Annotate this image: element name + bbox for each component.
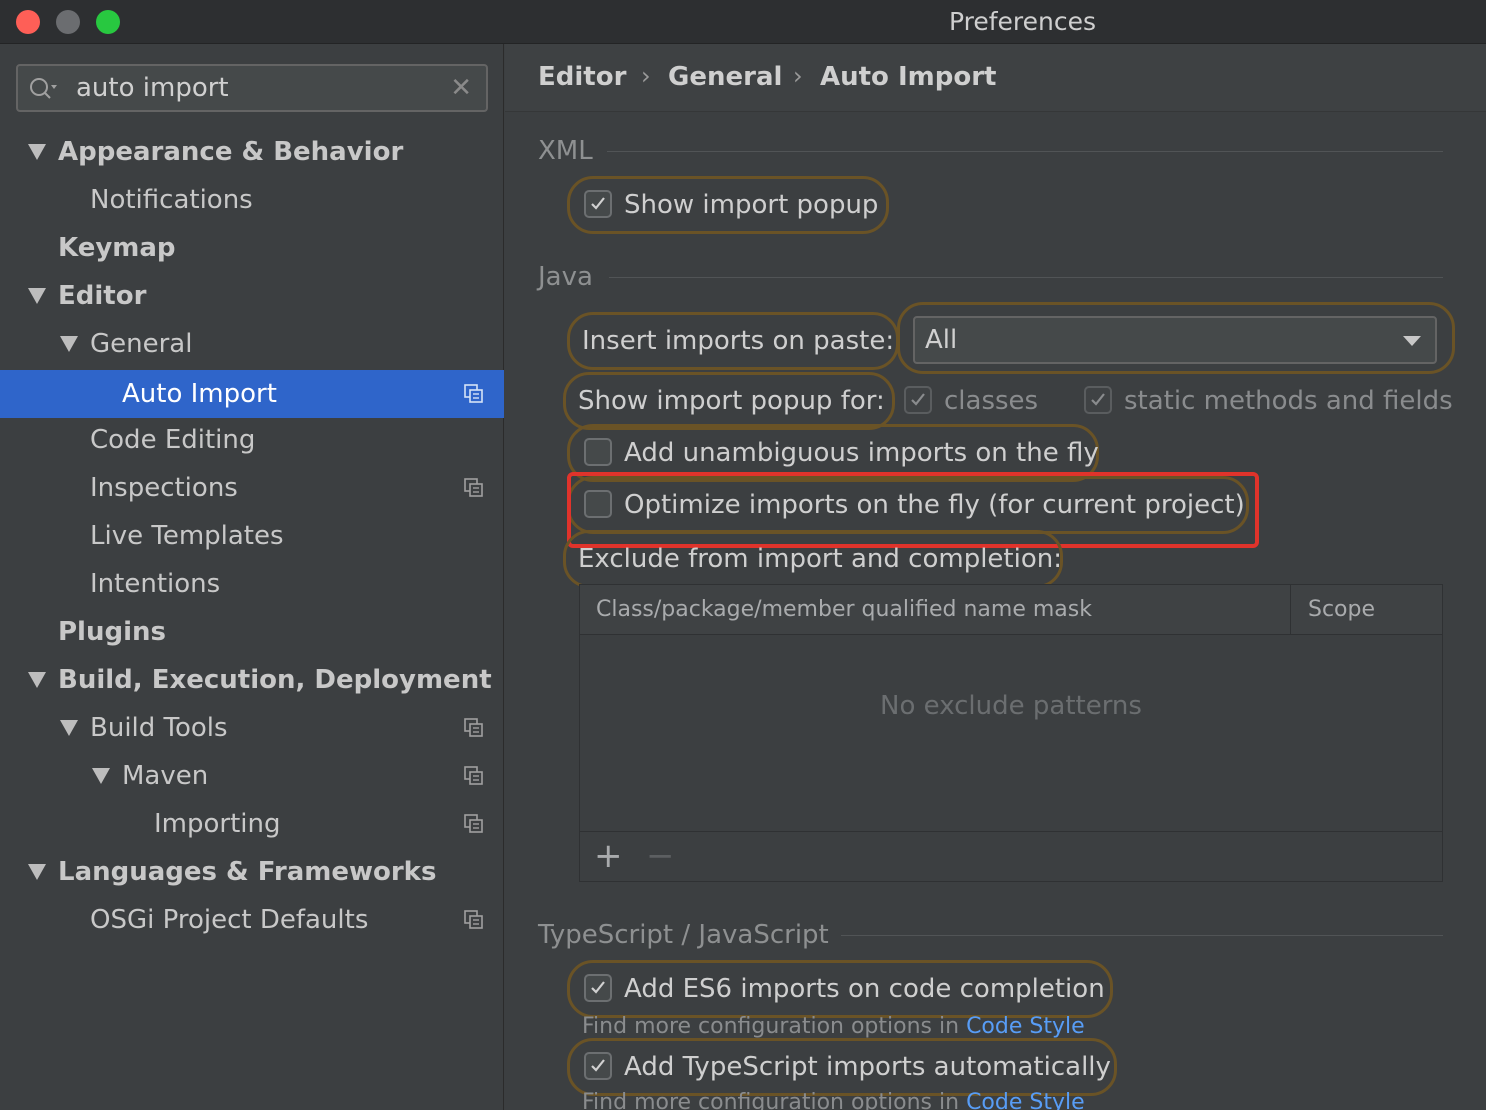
sidebar-item-languages-frameworks[interactable]: Languages & Frameworks bbox=[0, 848, 504, 896]
sidebar-item-appearance-behavior[interactable]: Appearance & Behavior bbox=[0, 128, 504, 176]
expand-arrow-icon[interactable] bbox=[28, 864, 46, 880]
sidebar-item-osgi-project-defaults[interactable]: OSGi Project Defaults bbox=[0, 896, 504, 944]
sidebar-item-maven[interactable]: Maven bbox=[0, 752, 504, 800]
column-divider bbox=[1290, 585, 1291, 635]
sidebar-item-importing[interactable]: Importing bbox=[0, 800, 504, 848]
exclude-label: Exclude from import and completion: bbox=[578, 544, 1062, 574]
breadcrumb-general[interactable]: General bbox=[668, 44, 782, 112]
breadcrumb-separator-icon: › bbox=[641, 62, 651, 90]
code-style-link[interactable]: Code Style bbox=[966, 1090, 1085, 1110]
static-methods-checkbox[interactable] bbox=[1084, 386, 1112, 414]
show-popup-for-label: Show import popup for: bbox=[578, 386, 885, 416]
sidebar-item-intentions[interactable]: Intentions bbox=[0, 560, 504, 608]
project-settings-icon bbox=[464, 718, 483, 737]
settings-sidebar: auto import ✕ Appearance & Behavior Noti… bbox=[0, 44, 504, 1110]
show-import-popup-label[interactable]: Show import popup bbox=[624, 190, 878, 220]
section-title-java: Java bbox=[538, 262, 593, 292]
section-divider bbox=[841, 935, 1443, 936]
checkmark-icon bbox=[591, 197, 605, 210]
insert-imports-value: All bbox=[925, 325, 958, 355]
sidebar-item-live-templates[interactable]: Live Templates bbox=[0, 512, 504, 560]
code-style-link[interactable]: Code Style bbox=[966, 1014, 1085, 1039]
static-methods-label[interactable]: static methods and fields bbox=[1124, 386, 1453, 416]
project-settings-icon bbox=[464, 910, 483, 929]
checkmark-icon bbox=[591, 981, 605, 994]
breadcrumb-editor[interactable]: Editor bbox=[538, 44, 626, 112]
project-settings-icon bbox=[464, 766, 483, 785]
expand-arrow-icon[interactable] bbox=[28, 288, 46, 304]
table-toolbar: + − bbox=[580, 831, 1442, 881]
project-settings-icon bbox=[464, 384, 483, 403]
add-es6-imports-label[interactable]: Add ES6 imports on code completion bbox=[624, 974, 1105, 1004]
add-pattern-button[interactable]: + bbox=[594, 836, 623, 876]
optimize-imports-label[interactable]: Optimize imports on the fly (for current… bbox=[624, 490, 1245, 520]
section-title-typescript-javascript: TypeScript / JavaScript bbox=[538, 920, 829, 950]
config-hint-text: Find more configuration options in bbox=[582, 1090, 960, 1110]
close-window-button[interactable] bbox=[16, 10, 40, 34]
breadcrumb: Editor › General › Auto Import bbox=[505, 44, 1486, 112]
classes-checkbox[interactable] bbox=[904, 386, 932, 414]
add-typescript-imports-label[interactable]: Add TypeScript imports automatically bbox=[624, 1052, 1111, 1082]
sidebar-item-build-execution-deployment[interactable]: Build, Execution, Deployment bbox=[0, 656, 504, 704]
exclude-patterns-table[interactable]: Class/package/member qualified name mask… bbox=[579, 584, 1443, 882]
add-typescript-imports-checkbox[interactable] bbox=[584, 1052, 612, 1080]
settings-content-panel: Editor › General › Auto Import XML Show … bbox=[505, 44, 1486, 1110]
expand-arrow-icon[interactable] bbox=[28, 672, 46, 688]
project-settings-icon bbox=[464, 478, 483, 497]
sidebar-item-editor[interactable]: Editor bbox=[0, 272, 504, 320]
search-icon bbox=[30, 78, 57, 99]
insert-imports-label: Insert imports on paste: bbox=[582, 326, 895, 356]
checkmark-icon bbox=[1091, 393, 1105, 406]
expand-arrow-icon[interactable] bbox=[28, 144, 46, 160]
config-hint-typescript: Find more configuration options in Code … bbox=[582, 1090, 1085, 1110]
section-divider bbox=[607, 151, 1443, 152]
column-header-scope[interactable]: Scope bbox=[1308, 585, 1375, 635]
config-hint-es6: Find more configuration options in Code … bbox=[582, 1014, 1085, 1040]
config-hint-text: Find more configuration options in bbox=[582, 1014, 960, 1039]
sidebar-item-code-editing[interactable]: Code Editing bbox=[0, 416, 504, 464]
remove-pattern-button[interactable]: − bbox=[646, 836, 675, 876]
project-settings-icon bbox=[464, 814, 483, 833]
title-bar: Preferences bbox=[0, 0, 1486, 44]
add-unambiguous-imports-checkbox[interactable] bbox=[584, 438, 612, 466]
sidebar-item-keymap[interactable]: Keymap bbox=[0, 224, 504, 272]
expand-arrow-icon[interactable] bbox=[60, 720, 78, 736]
sidebar-item-notifications[interactable]: Notifications bbox=[0, 176, 504, 224]
sidebar-item-build-tools[interactable]: Build Tools bbox=[0, 704, 504, 752]
clear-search-icon[interactable]: ✕ bbox=[450, 74, 472, 102]
classes-label[interactable]: classes bbox=[944, 386, 1038, 416]
column-header-mask[interactable]: Class/package/member qualified name mask bbox=[596, 585, 1092, 635]
show-import-popup-checkbox[interactable] bbox=[584, 190, 612, 218]
expand-arrow-icon[interactable] bbox=[60, 336, 78, 352]
sidebar-item-plugins[interactable]: Plugins bbox=[0, 608, 504, 656]
sidebar-item-auto-import[interactable]: Auto Import bbox=[0, 370, 504, 418]
search-input[interactable]: auto import bbox=[76, 66, 229, 110]
table-header: Class/package/member qualified name mask… bbox=[580, 585, 1442, 635]
chevron-down-icon bbox=[1403, 336, 1421, 346]
section-title-xml: XML bbox=[538, 136, 593, 166]
sidebar-item-inspections[interactable]: Inspections bbox=[0, 464, 504, 512]
insert-imports-dropdown[interactable]: All bbox=[913, 316, 1437, 364]
checkmark-icon bbox=[591, 1059, 605, 1072]
zoom-window-button[interactable] bbox=[96, 10, 120, 34]
expand-arrow-icon[interactable] bbox=[92, 768, 110, 784]
breadcrumb-auto-import: Auto Import bbox=[820, 62, 997, 92]
breadcrumb-separator-icon: › bbox=[793, 62, 803, 90]
add-es6-imports-checkbox[interactable] bbox=[584, 974, 612, 1002]
window-title: Preferences bbox=[948, 7, 1097, 36]
optimize-imports-checkbox[interactable] bbox=[584, 490, 612, 518]
sidebar-item-general[interactable]: General bbox=[0, 320, 504, 368]
minimize-window-button[interactable] bbox=[56, 10, 80, 34]
checkmark-icon bbox=[911, 393, 925, 406]
section-divider bbox=[609, 277, 1443, 278]
add-unambiguous-imports-label[interactable]: Add unambiguous imports on the fly bbox=[624, 438, 1099, 468]
empty-table-text: No exclude patterns bbox=[880, 691, 1142, 721]
settings-search-field[interactable]: auto import ✕ bbox=[16, 64, 488, 112]
